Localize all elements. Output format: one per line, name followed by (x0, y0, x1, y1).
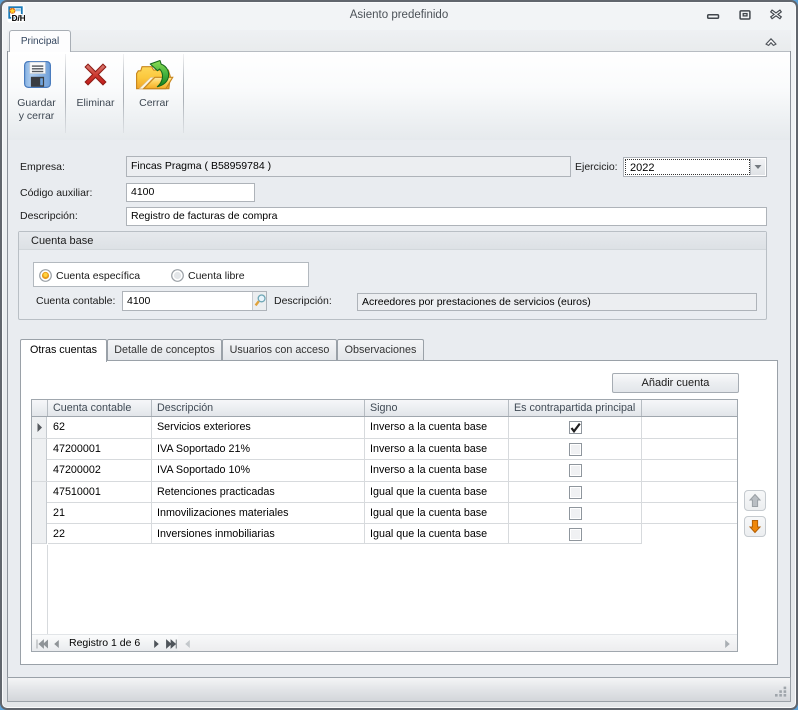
svg-text:D/H: D/H (12, 14, 25, 23)
